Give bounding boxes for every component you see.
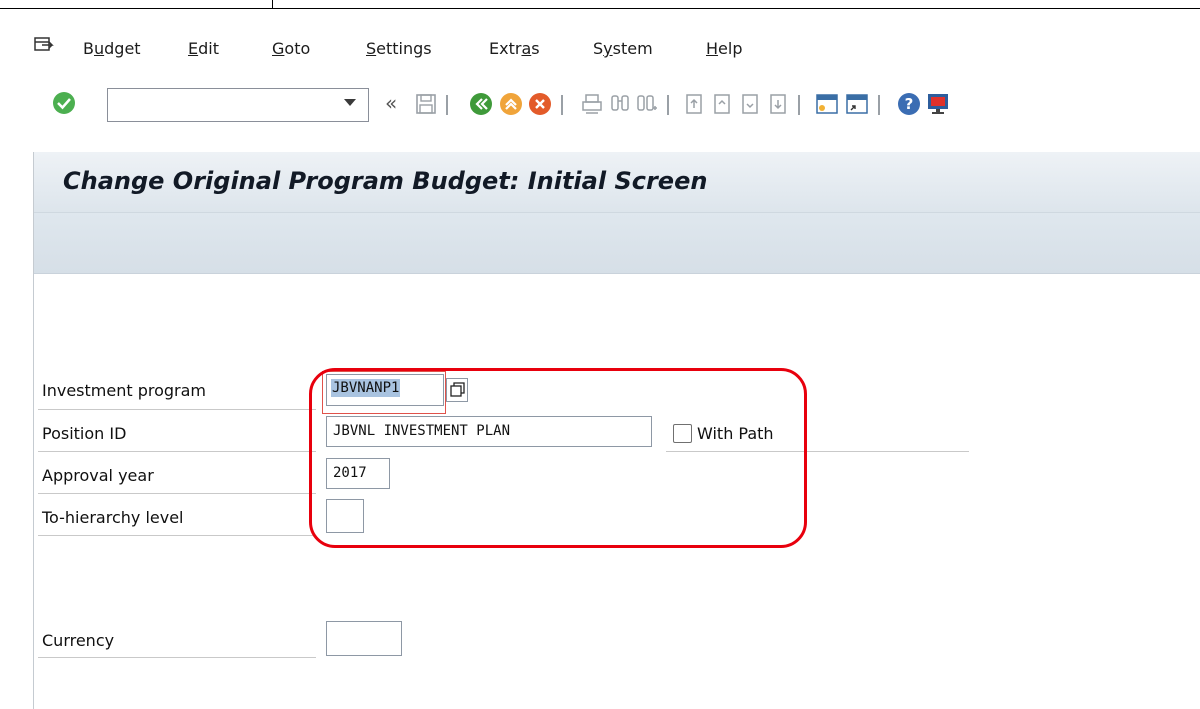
application-toolbar xyxy=(34,213,1200,274)
toolbar-separator xyxy=(798,95,800,115)
label-underline xyxy=(38,409,316,410)
cancel-icon[interactable] xyxy=(528,92,552,116)
label-underline xyxy=(38,493,316,494)
menu-system[interactable]: System xyxy=(593,39,653,58)
menu-budget[interactable]: Budget xyxy=(83,39,141,58)
menu-help[interactable]: Help xyxy=(706,39,742,58)
page-title: Change Original Program Budget: Initial … xyxy=(63,167,708,195)
exit-icon[interactable] xyxy=(499,92,523,116)
previous-page-icon[interactable] xyxy=(710,92,734,116)
menu-goto[interactable]: Goto xyxy=(272,39,310,58)
create-session-icon[interactable] xyxy=(815,92,839,116)
print-icon[interactable] xyxy=(580,92,604,116)
toolbar-separator xyxy=(878,95,880,115)
toolbar-separator xyxy=(561,95,563,115)
currency-field[interactable] xyxy=(326,621,402,656)
save-icon[interactable] xyxy=(414,92,438,116)
menu-settings[interactable]: Settings xyxy=(366,39,432,58)
to-hierarchy-level-label: To-hierarchy level xyxy=(42,508,184,527)
create-shortcut-icon[interactable] xyxy=(845,92,869,116)
find-next-icon[interactable] xyxy=(635,92,659,116)
investment-program-label: Investment program xyxy=(42,381,207,400)
crop-border xyxy=(0,8,1200,9)
find-icon[interactable] xyxy=(608,92,632,116)
next-page-icon[interactable] xyxy=(738,92,762,116)
toolbar-separator xyxy=(667,95,669,115)
enter-check-icon[interactable] xyxy=(52,91,76,115)
toolbar-separator xyxy=(446,95,448,115)
collapse-command-field-icon[interactable]: « xyxy=(385,91,397,115)
first-page-icon[interactable] xyxy=(682,92,706,116)
approval-year-label: Approval year xyxy=(42,466,154,485)
menu-edit[interactable]: Edit xyxy=(188,39,219,58)
last-page-icon[interactable] xyxy=(766,92,790,116)
svg-text:?: ? xyxy=(905,95,914,113)
label-underline xyxy=(38,535,316,536)
back-icon[interactable] xyxy=(469,92,493,116)
label-underline xyxy=(38,657,316,658)
command-field-dropdown-icon[interactable] xyxy=(344,99,356,106)
currency-label: Currency xyxy=(42,631,115,650)
annotation-highlight-box xyxy=(309,368,807,548)
position-id-label: Position ID xyxy=(42,424,127,443)
menu-extras[interactable]: Extras xyxy=(489,39,540,58)
standard-toolbar: « ? xyxy=(0,86,1200,126)
customize-layout-icon[interactable] xyxy=(926,92,950,116)
title-bar: Change Original Program Budget: Initial … xyxy=(34,152,1200,213)
help-icon[interactable]: ? xyxy=(897,92,921,116)
menu-bar: Budget Edit Goto Settings Extras System … xyxy=(0,36,1200,66)
menu-toggle-icon[interactable] xyxy=(32,36,54,56)
command-field[interactable] xyxy=(107,88,369,122)
crop-border-tick xyxy=(272,0,273,9)
label-underline xyxy=(38,451,316,452)
